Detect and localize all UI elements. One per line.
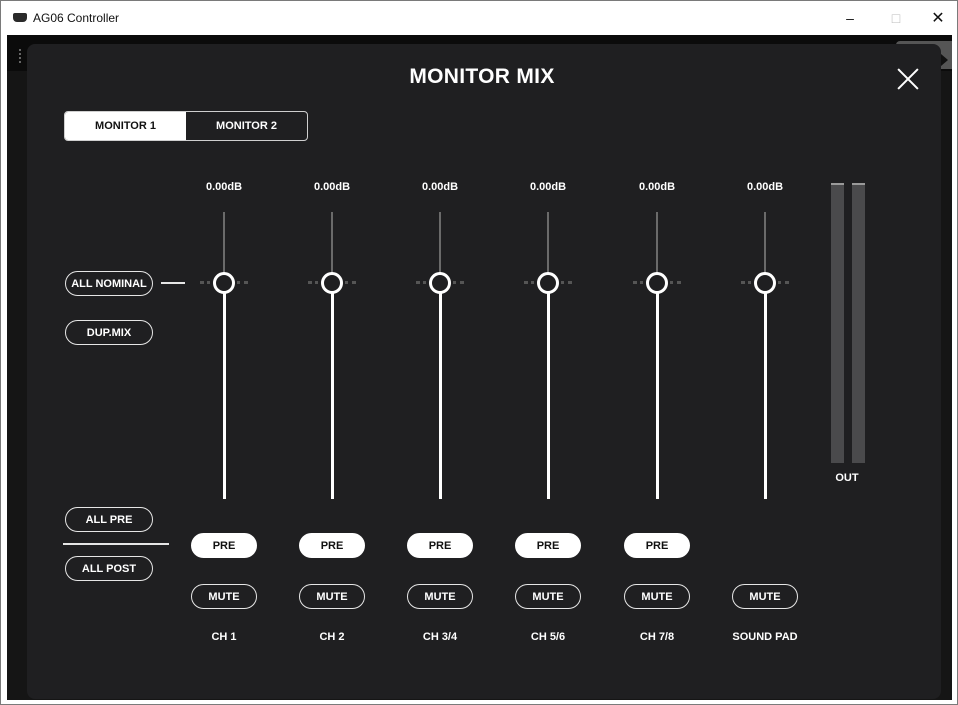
- window-title: AG06 Controller: [33, 11, 120, 25]
- fader-knob[interactable]: [213, 272, 235, 294]
- all-nominal-button[interactable]: ALL NOMINAL: [65, 271, 153, 296]
- fader-knob[interactable]: [537, 272, 559, 294]
- output-meter-right: [852, 183, 865, 463]
- fader-track-lower: [223, 282, 226, 499]
- pre-button[interactable]: PRE: [299, 533, 365, 558]
- app-window: AG06 Controller – □ ✕ MONITOR MIX MONITO…: [0, 0, 958, 705]
- channel-label: SOUND PAD: [732, 631, 798, 643]
- pre-button[interactable]: PRE: [191, 533, 257, 558]
- mute-button[interactable]: MUTE: [732, 584, 798, 609]
- nominal-indicator-line: [161, 282, 185, 284]
- dialog-title: MONITOR MIX: [409, 65, 555, 88]
- tab-monitor-1[interactable]: MONITOR 1: [65, 112, 186, 140]
- output-meter-label: OUT: [835, 472, 859, 484]
- monitor-tabs: MONITOR 1 MONITOR 2: [64, 111, 308, 141]
- window-close-button[interactable]: ✕: [915, 1, 958, 35]
- pre-button[interactable]: PRE: [407, 533, 473, 558]
- fader-knob[interactable]: [646, 272, 668, 294]
- meter-peak-right: [852, 183, 865, 185]
- channel-label: CH 2: [319, 631, 345, 643]
- channel-label: CH 7/8: [639, 631, 675, 643]
- grip-icon: [19, 49, 22, 63]
- maximize-button[interactable]: □: [873, 1, 919, 35]
- meter-peak-left: [831, 183, 844, 185]
- channel-gain-readout: 0.00dB: [205, 181, 243, 193]
- play-icon: [941, 54, 948, 66]
- channel-gain-readout: 0.00dB: [313, 181, 351, 193]
- pre-button[interactable]: PRE: [624, 533, 690, 558]
- channel-gain-readout: 0.00dB: [421, 181, 459, 193]
- channel-gain-readout: 0.00dB: [529, 181, 567, 193]
- monitor-mix-dialog: [27, 44, 941, 699]
- pre-button[interactable]: PRE: [515, 533, 581, 558]
- all-pre-button[interactable]: ALL PRE: [65, 507, 153, 532]
- channel-label: CH 3/4: [422, 631, 458, 643]
- pre-post-divider: [63, 543, 169, 545]
- fader-track-lower: [656, 282, 659, 499]
- fader-track-lower: [439, 282, 442, 499]
- tab-monitor-2[interactable]: MONITOR 2: [186, 112, 307, 140]
- fader-knob[interactable]: [754, 272, 776, 294]
- minimize-button[interactable]: –: [827, 1, 873, 35]
- output-meter-left: [831, 183, 844, 463]
- mute-button[interactable]: MUTE: [515, 584, 581, 609]
- fader-knob[interactable]: [321, 272, 343, 294]
- mixer-icon: [13, 13, 27, 22]
- fader-track-lower: [331, 282, 334, 499]
- channel-label: CH 1: [211, 631, 237, 643]
- all-post-button[interactable]: ALL POST: [65, 556, 153, 581]
- channel-label: CH 5/6: [530, 631, 566, 643]
- mute-button[interactable]: MUTE: [191, 584, 257, 609]
- channel-gain-readout: 0.00dB: [746, 181, 784, 193]
- mute-button[interactable]: MUTE: [624, 584, 690, 609]
- mute-button[interactable]: MUTE: [299, 584, 365, 609]
- channel-gain-readout: 0.00dB: [638, 181, 676, 193]
- mute-button[interactable]: MUTE: [407, 584, 473, 609]
- close-icon[interactable]: [893, 64, 923, 94]
- fader-track-lower: [764, 282, 767, 499]
- title-bar: AG06 Controller – □ ✕: [1, 1, 957, 35]
- dup-mix-button[interactable]: DUP.MIX: [65, 320, 153, 345]
- fader-knob[interactable]: [429, 272, 451, 294]
- fader-track-lower: [547, 282, 550, 499]
